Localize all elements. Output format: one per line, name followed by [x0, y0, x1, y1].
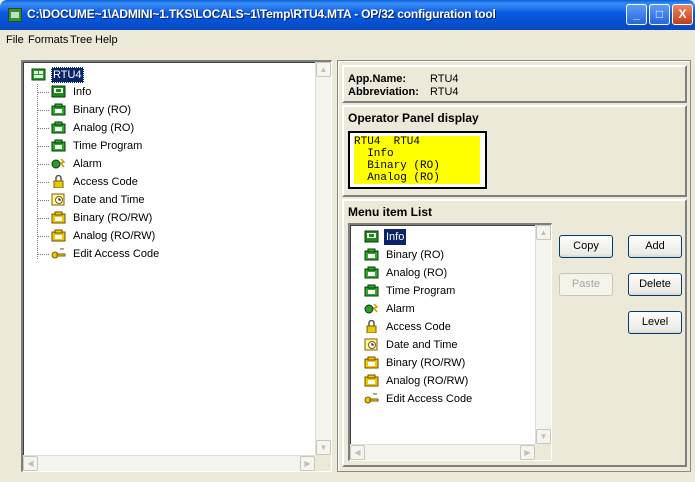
scroll-left-arrow-icon[interactable]: ◀: [23, 456, 38, 471]
analog-icon: [364, 266, 379, 279]
alarm-icon: [51, 158, 66, 169]
alarm-icon: [364, 303, 379, 314]
display-line-2: Info: [354, 148, 480, 160]
menu-item-list-title: Menu item List: [348, 205, 433, 219]
date-time-icon: [364, 338, 378, 351]
display-line-3: Binary (RO): [354, 160, 480, 172]
menu-item-listbox[interactable]: Info Binary (RO) Analog (RO) Time Progra…: [348, 223, 552, 461]
analog-rw-icon: [51, 229, 66, 242]
display-line-4: Analog (RO): [354, 172, 480, 184]
tree-horizontal-scrollbar[interactable]: ◀ ▶: [23, 455, 315, 471]
abbreviation-value: RTU4: [430, 86, 459, 98]
window-title: C:\DOCUME~1\ADMINI~1.TKS\LOCALS~1\Temp\R…: [27, 7, 496, 21]
menu-tree[interactable]: Tree: [70, 34, 92, 46]
paste-button[interactable]: Paste: [559, 273, 613, 296]
menu-help[interactable]: Help: [95, 34, 118, 46]
scroll-up-arrow-icon[interactable]: ▲: [316, 62, 331, 77]
scroll-down-arrow-icon[interactable]: ▼: [536, 429, 551, 444]
svg-text:**: **: [60, 248, 64, 254]
binary-rw-icon: [364, 356, 379, 369]
time-program-icon: [364, 284, 379, 297]
abbreviation-label: Abbreviation:: [348, 86, 419, 98]
key-icon: **: [364, 393, 379, 404]
delete-button[interactable]: Delete: [628, 273, 682, 296]
operator-panel-section: Operator Panel display RTU4 RTU4 Info Bi…: [342, 105, 687, 197]
copy-button[interactable]: Copy: [559, 235, 613, 258]
scrollbar-corner: [535, 444, 551, 460]
operator-panel-title: Operator Panel display: [348, 111, 479, 125]
binary-icon: [51, 103, 66, 116]
scroll-right-arrow-icon[interactable]: ▶: [520, 445, 535, 460]
level-button[interactable]: Level: [628, 311, 682, 334]
info-icon: [51, 85, 66, 98]
analog-icon: [51, 121, 66, 134]
list-vertical-scrollbar[interactable]: ▲ ▼: [535, 225, 551, 444]
operator-panel-display: RTU4 RTU4 Info Binary (RO) Analog (RO): [348, 131, 487, 189]
details-frame: App.Name: RTU4 Abbreviation: RTU4 Operat…: [337, 60, 691, 472]
binary-rw-icon: [51, 211, 66, 224]
app-name-label: App.Name:: [348, 73, 407, 85]
info-icon: [364, 230, 379, 243]
list-horizontal-scrollbar[interactable]: ◀ ▶: [350, 444, 535, 460]
svg-text:**: **: [373, 393, 377, 399]
scrollbar-corner: [315, 455, 331, 471]
lock-icon: [366, 320, 377, 333]
menu-file[interactable]: File: [6, 34, 24, 46]
minimize-button[interactable]: _: [626, 4, 647, 25]
scroll-down-arrow-icon[interactable]: ▼: [316, 440, 331, 455]
date-time-icon: [51, 193, 65, 206]
key-icon: **: [51, 248, 66, 259]
maximize-button[interactable]: □: [649, 4, 670, 25]
scroll-left-arrow-icon[interactable]: ◀: [350, 445, 365, 460]
app-icon[interactable]: [8, 8, 22, 22]
menu-bar: File Formats Tree Help: [0, 30, 695, 50]
lock-icon: [53, 175, 64, 188]
add-button[interactable]: Add: [628, 235, 682, 258]
app-name-value: RTU4: [430, 73, 459, 85]
time-program-icon: [51, 139, 66, 152]
tree-vertical-scrollbar[interactable]: ▲ ▼: [315, 62, 331, 455]
display-line-1: RTU4 RTU4: [354, 136, 480, 148]
tree-view[interactable]: RTU4 Info Binary (RO) Analog (RO) Time P…: [21, 60, 332, 472]
scroll-up-arrow-icon[interactable]: ▲: [536, 225, 551, 240]
title-bar[interactable]: C:\DOCUME~1\ADMINI~1.TKS\LOCALS~1\Temp\R…: [0, 0, 695, 30]
rtu-icon: [31, 68, 46, 81]
menu-formats[interactable]: Formats: [28, 34, 68, 46]
app-info-panel: App.Name: RTU4 Abbreviation: RTU4: [342, 65, 687, 103]
menu-item-list-section: Menu item List Info Binary (RO) Analog (…: [342, 199, 687, 467]
close-button[interactable]: X: [672, 4, 693, 25]
analog-rw-icon: [364, 374, 379, 387]
binary-icon: [364, 248, 379, 261]
scroll-right-arrow-icon[interactable]: ▶: [300, 456, 315, 471]
